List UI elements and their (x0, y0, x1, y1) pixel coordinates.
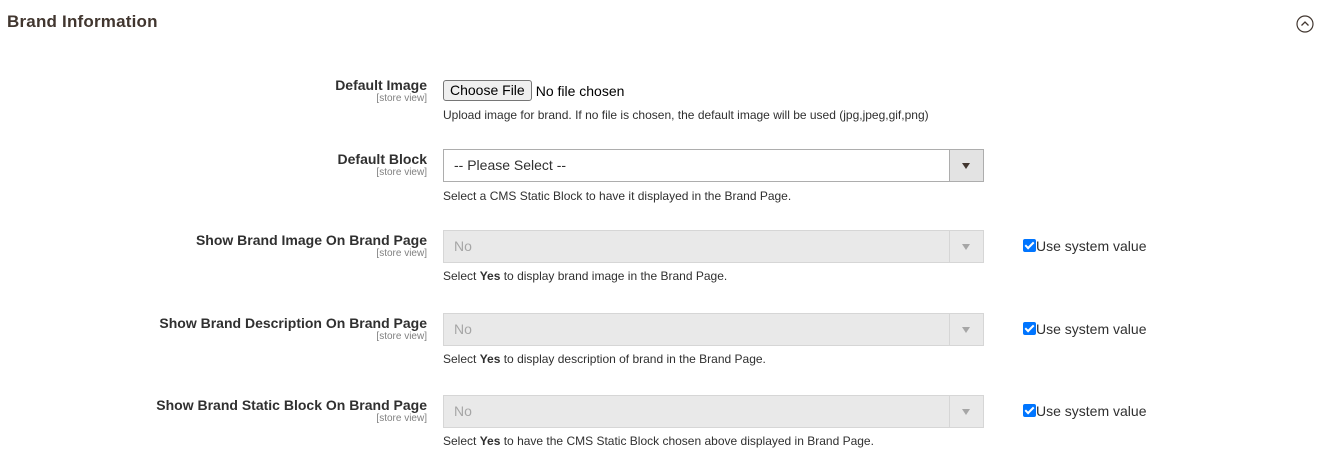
label-default-block: Default Block (337, 151, 427, 167)
label-show-brand-description: Show Brand Description On Brand Page (159, 315, 427, 331)
field-note: Select Yes to have the CMS Static Block … (443, 434, 874, 448)
default-block-select[interactable]: -- Please Select -- (443, 149, 984, 182)
field-default-block: Default Block [store view] -- Please Sel… (0, 149, 1330, 203)
choose-file-button[interactable]: Choose File (443, 80, 532, 101)
chevron-up-circle-icon[interactable] (1296, 15, 1314, 33)
dropdown-arrow-icon[interactable] (949, 150, 983, 181)
select-value: No (454, 403, 472, 419)
dropdown-arrow-icon (949, 396, 983, 427)
select-value: No (454, 238, 472, 254)
field-note: Select Yes to display description of bra… (443, 352, 766, 366)
note-suffix: to have the CMS Static Block chosen abov… (500, 434, 874, 448)
scope-label: [store view] (376, 248, 427, 259)
show-brand-image-select[interactable]: No (443, 230, 984, 263)
dropdown-arrow-icon (949, 314, 983, 345)
field-note: Select a CMS Static Block to have it dis… (443, 189, 792, 203)
file-status-text: No file chosen (535, 82, 625, 99)
label-default-image: Default Image (335, 77, 427, 93)
label-show-brand-static-block: Show Brand Static Block On Brand Page (156, 397, 427, 413)
note-bold: Yes (479, 434, 501, 448)
section-title: Brand Information (7, 12, 158, 31)
field-label: Default Image [store view] (335, 77, 427, 105)
note-prefix: Select (443, 352, 480, 366)
field-label: Show Brand Description On Brand Page [st… (159, 315, 427, 343)
use-system-value-label[interactable]: Use system value (1036, 321, 1146, 337)
scope-label: [store view] (376, 93, 427, 104)
show-brand-description-select[interactable]: No (443, 313, 984, 346)
note-bold: Yes (479, 352, 501, 366)
use-system-value-checkbox[interactable] (1023, 239, 1036, 252)
scope-label: [store view] (376, 413, 427, 424)
note-suffix: to display description of brand in the B… (500, 352, 766, 366)
note-suffix: to display brand image in the Brand Page… (500, 269, 728, 283)
show-brand-static-block-select[interactable]: No (443, 395, 984, 428)
scope-label: [store view] (376, 167, 427, 178)
use-system-value[interactable]: Use system value (1023, 403, 1146, 419)
use-system-value-label[interactable]: Use system value (1036, 403, 1146, 419)
field-show-brand-description: Show Brand Description On Brand Page [st… (0, 313, 1330, 366)
use-system-value[interactable]: Use system value (1023, 321, 1146, 337)
note-bold: Yes (479, 269, 501, 283)
field-show-brand-image: Show Brand Image On Brand Page [store vi… (0, 230, 1330, 283)
use-system-value[interactable]: Use system value (1023, 238, 1146, 254)
label-show-brand-image: Show Brand Image On Brand Page (195, 232, 427, 248)
field-note: Upload image for brand. If no file is ch… (443, 108, 929, 122)
file-input[interactable]: Choose File No file chosen (443, 80, 624, 101)
scope-label: [store view] (376, 331, 427, 342)
use-system-value-label[interactable]: Use system value (1036, 238, 1146, 254)
select-value: -- Please Select -- (454, 157, 567, 173)
note-prefix: Select (443, 269, 480, 283)
note-prefix: Select (443, 434, 480, 448)
field-note: Select Yes to display brand image in the… (443, 269, 727, 283)
dropdown-arrow-icon (949, 231, 983, 262)
field-label: Show Brand Static Block On Brand Page [s… (156, 397, 427, 425)
use-system-value-checkbox[interactable] (1023, 322, 1036, 335)
use-system-value-checkbox[interactable] (1023, 404, 1036, 417)
field-label: Show Brand Image On Brand Page [store vi… (196, 232, 427, 260)
field-show-brand-static-block: Show Brand Static Block On Brand Page [s… (0, 395, 1330, 448)
field-label: Default Block [store view] (338, 151, 427, 179)
select-value: No (454, 321, 472, 337)
